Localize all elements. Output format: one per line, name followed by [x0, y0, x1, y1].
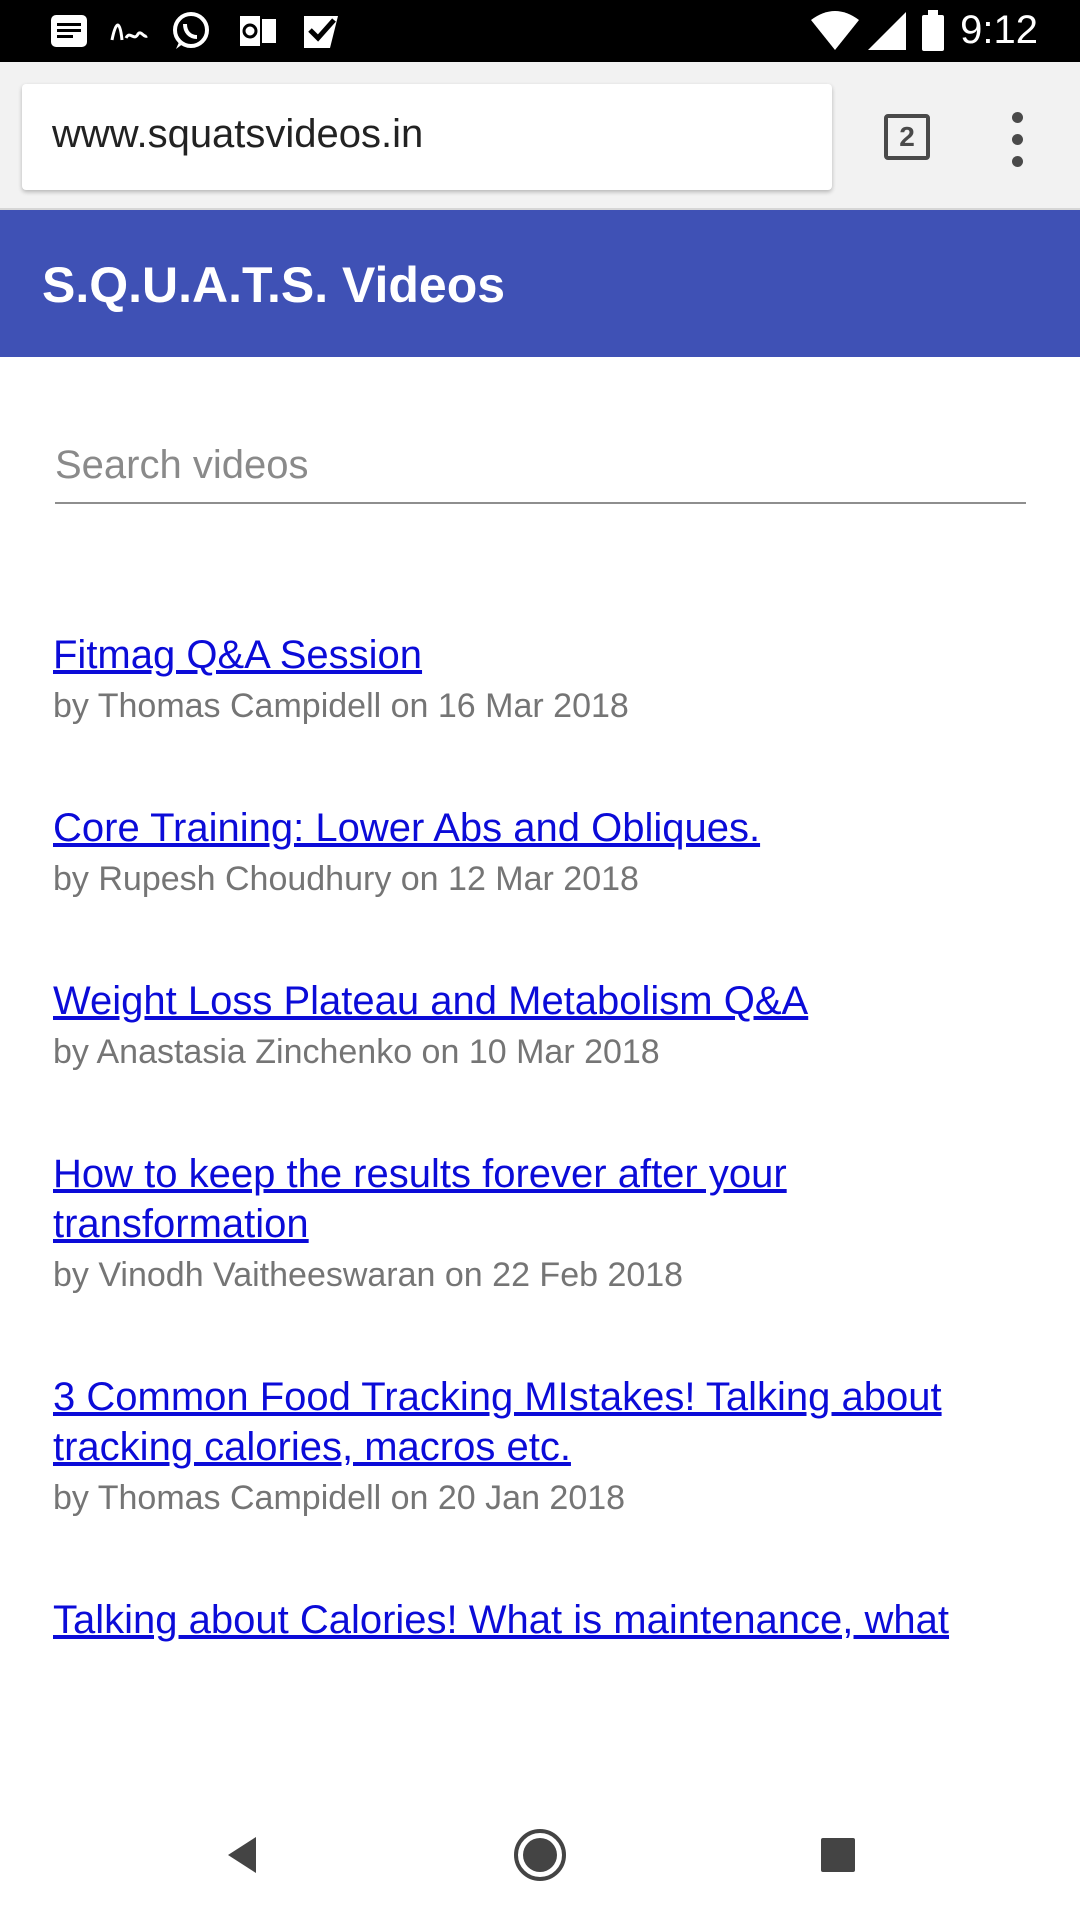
video-meta: by Rupesh Choudhury on 12 Mar 2018 [53, 860, 639, 898]
video-title-link[interactable]: Fitmag Q&A Session [53, 630, 1013, 680]
overflow-menu-icon[interactable] [1000, 112, 1036, 168]
video-meta: by Anastasia Zinchenko on 10 Mar 2018 [53, 1033, 660, 1071]
video-title-link[interactable]: Core Training: Lower Abs and Obliques. [53, 803, 1013, 853]
whatsapp-icon [173, 12, 209, 49]
list-item: Talking about Calories! What is maintena… [53, 1595, 1013, 1645]
url-bar[interactable]: www.squatsvideos.in [22, 84, 832, 190]
back-icon[interactable] [212, 1825, 272, 1885]
home-icon[interactable] [510, 1825, 570, 1885]
list-item: 3 Common Food Tracking MIstakes! Talking… [53, 1372, 1013, 1520]
video-meta: by Thomas Campidell on 20 Jan 2018 [53, 1479, 626, 1517]
recents-icon[interactable] [808, 1825, 868, 1885]
list-item: Core Training: Lower Abs and Obliques. b… [53, 803, 1013, 901]
video-meta: by Vinodh Vaitheeswaran on 22 Feb 2018 [53, 1256, 684, 1294]
wifi-icon [811, 11, 859, 50]
tasks-icon [304, 16, 338, 48]
list-item: Fitmag Q&A Session by Thomas Campidell o… [53, 630, 1013, 728]
list-item: Weight Loss Plateau and Metabolism Q&A b… [53, 976, 1013, 1074]
list-item: How to keep the results forever after yo… [53, 1149, 1013, 1297]
status-time: 9:12 [960, 8, 1038, 52]
status-bar: 9:12 [0, 0, 1080, 62]
video-list: Fitmag Q&A Session by Thomas Campidell o… [53, 630, 1013, 1790]
search-input[interactable] [55, 428, 1026, 504]
outlook-icon [238, 14, 276, 48]
app-header: S.Q.U.A.T.S. Videos [0, 210, 1080, 357]
page-title: S.Q.U.A.T.S. Videos [42, 257, 506, 313]
video-title-link[interactable]: Talking about Calories! What is maintena… [53, 1595, 1013, 1645]
battery-icon [922, 10, 944, 51]
navigation-bar [0, 1790, 1080, 1920]
screen: 9:12 www.squatsvideos.in 2 S.Q.U.A.T.S. … [0, 0, 1080, 1920]
url-text[interactable]: www.squatsvideos.in [52, 112, 423, 157]
video-title-link[interactable]: 3 Common Food Tracking MIstakes! Talking… [53, 1372, 1013, 1472]
signal-icon [868, 12, 906, 50]
isha-app-icon [110, 23, 148, 41]
video-meta: by Thomas Campidell on 16 Mar 2018 [53, 687, 629, 725]
news-icon [51, 15, 87, 47]
video-title-link[interactable]: How to keep the results forever after yo… [53, 1149, 1013, 1249]
video-title-link[interactable]: Weight Loss Plateau and Metabolism Q&A [53, 976, 1013, 1026]
browser-toolbar: www.squatsvideos.in 2 [0, 62, 1080, 210]
tab-switcher-button[interactable]: 2 [884, 114, 930, 160]
